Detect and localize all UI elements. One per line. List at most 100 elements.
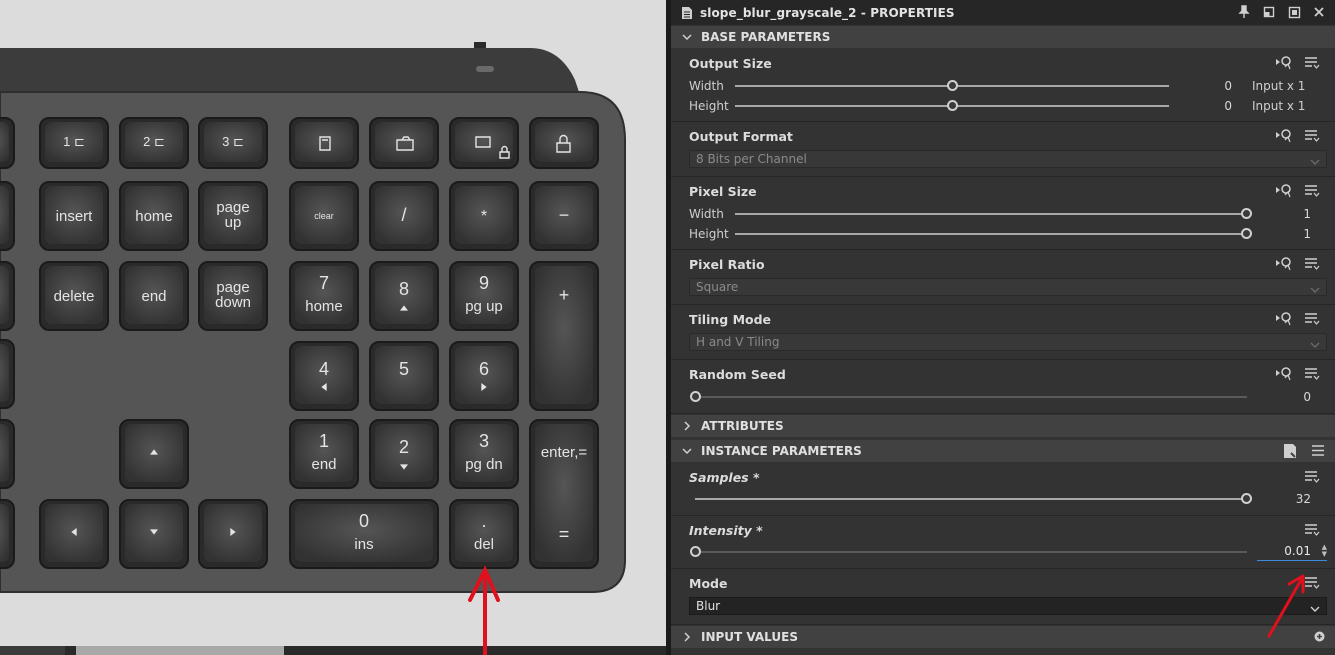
param-random-seed: Random Seed 0 xyxy=(671,360,1335,414)
param-output-size: Output Size Width 0 Input x 1 Height 0 I… xyxy=(671,49,1335,122)
width-label: Width xyxy=(689,79,724,93)
random-seed-slider-handle[interactable] xyxy=(690,391,701,402)
key-minus-label: − xyxy=(559,205,570,225)
param-pixel-ratio: Pixel Ratio Square xyxy=(671,250,1335,305)
key-delete: delete xyxy=(39,261,109,331)
maximize-icon[interactable] xyxy=(1286,4,1302,20)
output-height-value[interactable]: 0 xyxy=(1176,99,1232,113)
pixel-height-slider-track[interactable] xyxy=(735,233,1247,235)
section-input-values[interactable]: INPUT VALUES xyxy=(671,626,1335,648)
key-clear: clear xyxy=(289,181,359,251)
key-num-3-label: pg dn xyxy=(465,456,503,473)
samples-value[interactable]: 32 xyxy=(1261,492,1311,506)
param-title: Output Size xyxy=(689,56,772,71)
param-title: Pixel Ratio xyxy=(689,257,765,272)
function-graph-icon[interactable] xyxy=(1275,365,1293,381)
dropdown-value: 8 Bits per Channel xyxy=(696,152,807,166)
pixel-width-value[interactable]: 1 xyxy=(1261,207,1311,221)
partial-key xyxy=(0,181,15,251)
param-menu-icon[interactable] xyxy=(1303,365,1321,381)
function-graph-icon[interactable] xyxy=(1275,182,1293,198)
key-num-9-label: pg up xyxy=(465,298,503,315)
key-minus: − xyxy=(529,181,599,251)
chevron-down-icon xyxy=(1310,282,1320,298)
random-seed-value[interactable]: 0 xyxy=(1261,390,1311,404)
section-base-parameters[interactable]: BASE PARAMETERS xyxy=(671,26,1335,48)
param-output-format: Output Format 8 Bits per Channel xyxy=(671,122,1335,177)
pixel-width-slider-track[interactable] xyxy=(735,213,1247,215)
document-icon xyxy=(681,6,693,20)
key-decimal-label: del xyxy=(474,536,494,553)
param-menu-icon[interactable] xyxy=(1303,182,1321,198)
key-clear-label: clear xyxy=(314,211,334,221)
samples-slider-track[interactable] xyxy=(695,498,1247,500)
key-insert: insert xyxy=(39,181,109,251)
param-mode: Mode Blur xyxy=(671,569,1335,625)
section-menu-icon[interactable] xyxy=(1311,444,1325,460)
key-divide: / xyxy=(369,181,439,251)
output-height-slider-handle[interactable] xyxy=(947,100,958,111)
annotation-arrow-up-right xyxy=(1267,574,1305,638)
key-num-0-label: 0 xyxy=(359,511,369,531)
key-num-9: 9 pg up xyxy=(449,261,519,331)
key-num-8: 8 xyxy=(369,261,439,331)
function-graph-icon[interactable] xyxy=(1275,127,1293,143)
output-width-slider-handle[interactable] xyxy=(947,80,958,91)
key-num-6: 6 xyxy=(449,341,519,411)
section-attributes[interactable]: ATTRIBUTES xyxy=(671,415,1335,437)
param-menu-icon[interactable] xyxy=(1303,127,1321,143)
random-seed-slider-track[interactable] xyxy=(695,396,1247,398)
param-menu-icon[interactable] xyxy=(1303,521,1321,537)
tiling-mode-dropdown[interactable]: H and V Tiling xyxy=(689,333,1327,351)
key-end-label: end xyxy=(141,288,166,305)
function-graph-icon[interactable] xyxy=(1275,255,1293,271)
samples-slider-handle[interactable] xyxy=(1241,493,1252,504)
param-samples: Samples * 32 xyxy=(671,463,1335,516)
key-delete-label: delete xyxy=(54,288,95,305)
key-home-label: home xyxy=(135,208,173,225)
function-graph-icon[interactable] xyxy=(1275,310,1293,326)
key-page-down-label: down xyxy=(215,294,251,311)
chevron-down-icon xyxy=(1310,154,1320,170)
key-num-2: 2 xyxy=(369,419,439,489)
restore-window-icon[interactable] xyxy=(1261,4,1277,20)
key-num-7: 7 home xyxy=(289,261,359,331)
param-menu-icon[interactable] xyxy=(1303,310,1321,326)
output-format-dropdown[interactable]: 8 Bits per Channel xyxy=(689,150,1327,168)
param-menu-icon[interactable] xyxy=(1303,468,1321,484)
param-menu-icon[interactable] xyxy=(1303,54,1321,70)
section-instance-parameters[interactable]: INSTANCE PARAMETERS xyxy=(671,440,1335,462)
keyboard-image: 1 ⊏ 2 ⊏ 3 ⊏ insert home pageup delete end pagedo… xyxy=(0,42,666,655)
key-enter: enter,= xyxy=(529,419,599,569)
preset-icon[interactable] xyxy=(1283,443,1297,462)
key-num-1-label: end xyxy=(311,456,336,473)
output-width-value[interactable]: 0 xyxy=(1176,79,1232,93)
pin-icon[interactable] xyxy=(1236,4,1252,20)
pixel-height-slider-handle[interactable] xyxy=(1241,228,1252,239)
intensity-input[interactable]: 0.01 ▲ ▼ xyxy=(1257,543,1327,561)
keyboard-led xyxy=(476,66,494,72)
f-key-device-2: 2 ⊏ xyxy=(119,117,189,169)
height-label: Height xyxy=(689,227,729,241)
function-graph-icon[interactable] xyxy=(1275,54,1293,70)
f-key-device-3: 3 ⊏ xyxy=(198,117,268,169)
key-num-3-label: 3 xyxy=(479,431,489,451)
chevron-down-icon xyxy=(679,447,695,455)
close-icon[interactable] xyxy=(1311,4,1327,20)
key-num-4: 4 xyxy=(289,341,359,411)
key-num-0-label: ins xyxy=(354,536,373,553)
pixel-height-value[interactable]: 1 xyxy=(1261,227,1311,241)
key-num-1-label: 1 xyxy=(319,431,329,451)
intensity-slider-track[interactable] xyxy=(695,551,1247,553)
param-menu-icon[interactable] xyxy=(1303,255,1321,271)
pixel-ratio-dropdown[interactable]: Square xyxy=(689,278,1327,296)
key-page-up-label: up xyxy=(225,214,242,231)
output-height-suffix: Input x 1 xyxy=(1252,99,1306,113)
param-title: Mode xyxy=(689,576,728,591)
dropdown-value: H and V Tiling xyxy=(696,335,780,349)
mode-dropdown[interactable]: Blur xyxy=(689,597,1327,615)
intensity-slider-handle[interactable] xyxy=(690,546,701,557)
pixel-width-slider-handle[interactable] xyxy=(1241,208,1252,219)
image-viewport[interactable]: 1 ⊏ 2 ⊏ 3 ⊏ insert home page up delete end page do… xyxy=(0,0,666,655)
spinner-arrows-icon[interactable]: ▲ ▼ xyxy=(1322,544,1327,558)
